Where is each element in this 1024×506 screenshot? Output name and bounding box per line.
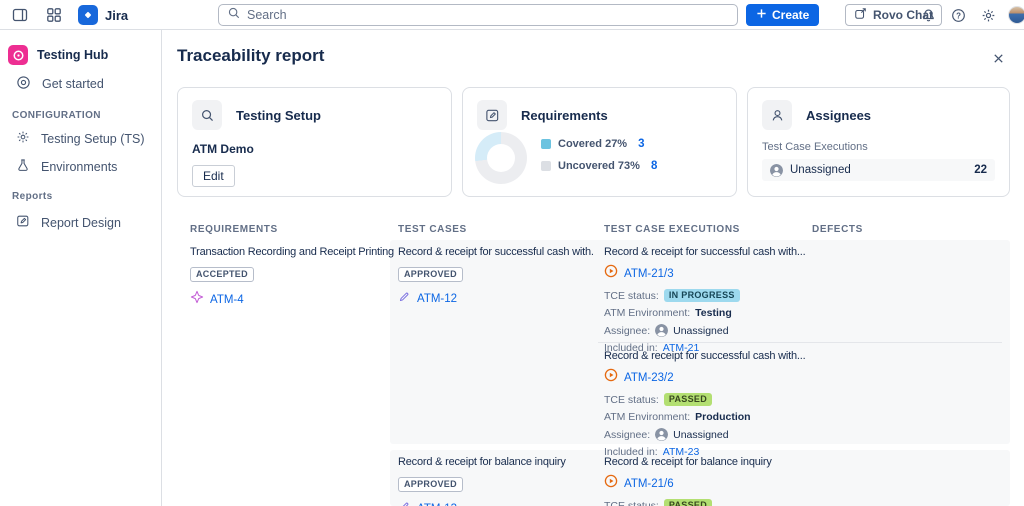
sidebar: Testing Hub Get started CONFIGURATION Te… [0, 30, 162, 506]
testing-setup-card-title: Testing Setup [236, 108, 321, 123]
play-circle-icon [604, 264, 618, 283]
column-header-requirements: REQUIREMENTS [190, 224, 278, 235]
test-case-status-badge: APPROVED [398, 267, 463, 282]
issue-link[interactable]: ATM-12 [417, 293, 457, 305]
issue-link[interactable]: ATM-4 [210, 294, 244, 306]
requirement-cell: Transaction Recording and Receipt Printi… [190, 246, 395, 309]
top-navigation-bar: Jira Create Rovo Chat ? [0, 0, 1024, 30]
edit-button[interactable]: Edit [192, 165, 235, 187]
tce-status-badge: PASSED [664, 393, 712, 406]
global-search[interactable] [218, 4, 738, 26]
sidebar-item-get-started[interactable]: Get started [16, 75, 104, 93]
jira-brand[interactable]: Jira [78, 5, 128, 25]
unassigned-avatar-icon [655, 428, 668, 441]
collapse-sidebar-icon[interactable] [10, 5, 30, 25]
person-icon [762, 100, 792, 130]
help-icon[interactable]: ? [948, 5, 968, 25]
rovo-chat-icon [854, 7, 867, 23]
get-started-icon [16, 75, 31, 93]
legend-uncovered: Uncovered 73% 8 [541, 160, 657, 172]
execution-link[interactable]: ATM-21/3 [624, 268, 674, 280]
column-header-defects: DEFECTS [812, 224, 863, 235]
tce-status-badge: PASSED [664, 499, 712, 506]
column-header-test-case-executions: TEST CASE EXECUTIONS [604, 224, 740, 235]
unassigned-avatar-icon [770, 164, 783, 177]
sidebar-item-environments[interactable]: Environments [16, 158, 117, 175]
sidebar-item-testing-hub[interactable]: Testing Hub [8, 45, 108, 65]
execution-block: Record & receipt for balance inquiry ATM… [604, 456, 814, 506]
requirements-card-title: Requirements [521, 108, 608, 123]
coverage-donut-chart [475, 132, 527, 184]
testing-setup-card: Testing Setup ATM Demo Edit [177, 87, 452, 197]
test-case-cell: Record & receipt for successful cash wit… [398, 246, 593, 308]
requirements-card: Requirements Covered 27% 3 Uncovered 73%… [462, 87, 737, 197]
notifications-icon[interactable] [918, 5, 938, 25]
requirement-type-icon [190, 290, 204, 309]
sidebar-item-testing-setup[interactable]: Testing Setup (TS) [16, 130, 145, 147]
search-icon [192, 100, 222, 130]
jira-page: Jira Create Rovo Chat ? [0, 0, 1024, 506]
testing-hub-label: Testing Hub [37, 48, 108, 62]
project-name: ATM Demo [192, 142, 437, 156]
sidebar-item-report-design[interactable]: Report Design [16, 214, 121, 231]
testing-hub-icon [8, 45, 28, 65]
flask-icon [16, 158, 30, 175]
tce-status-badge: IN PROGRESS [664, 289, 740, 302]
assignees-subtitle: Test Case Executions [762, 141, 995, 153]
execution-link[interactable]: ATM-23/2 [624, 372, 674, 384]
user-avatar[interactable] [1008, 6, 1024, 24]
requirement-status-badge: ACCEPTED [190, 267, 254, 282]
play-circle-icon [604, 368, 618, 387]
assignees-card-title: Assignees [806, 108, 871, 123]
jira-logo-icon [78, 5, 98, 25]
page-title: Traceability report [177, 46, 324, 66]
unassigned-avatar-icon [655, 324, 668, 337]
covered-swatch [541, 139, 551, 149]
gear-icon [16, 130, 30, 147]
close-icon[interactable] [989, 49, 1007, 67]
svg-text:?: ? [956, 11, 961, 20]
execution-block: Record & receipt for successful cash wit… [604, 350, 814, 463]
execution-link[interactable]: ATM-21/6 [624, 478, 674, 490]
sidebar-section-reports: Reports [12, 191, 53, 202]
test-case-type-icon [398, 290, 411, 308]
app-name: Jira [105, 8, 128, 23]
column-header-test-cases: TEST CASES [398, 224, 467, 235]
pen-square-icon [16, 214, 30, 231]
legend-covered: Covered 27% 3 [541, 138, 657, 150]
plus-icon [756, 8, 767, 22]
search-icon [227, 6, 241, 25]
assignee-row-unassigned: Unassigned 22 [762, 159, 995, 181]
settings-gear-icon[interactable] [978, 5, 998, 25]
app-switcher-icon[interactable] [44, 5, 64, 25]
assignee-name: Unassigned [790, 164, 851, 176]
assignees-card: Assignees Test Case Executions Unassigne… [747, 87, 1010, 197]
assignee-count: 22 [974, 164, 987, 176]
sidebar-section-configuration: CONFIGURATION [12, 110, 101, 121]
test-case-status-badge: APPROVED [398, 477, 463, 492]
search-input[interactable] [247, 8, 729, 22]
uncovered-swatch [541, 161, 551, 171]
test-case-cell: Record & receipt for balance inquiry APP… [398, 456, 593, 506]
uncovered-count-link[interactable]: 8 [651, 160, 657, 172]
test-case-type-icon [398, 500, 411, 506]
execution-block: Record & receipt for successful cash wit… [604, 246, 814, 359]
create-button[interactable]: Create [746, 4, 819, 26]
pen-square-icon [477, 100, 507, 130]
covered-count-link[interactable]: 3 [638, 138, 644, 150]
play-circle-icon [604, 474, 618, 493]
